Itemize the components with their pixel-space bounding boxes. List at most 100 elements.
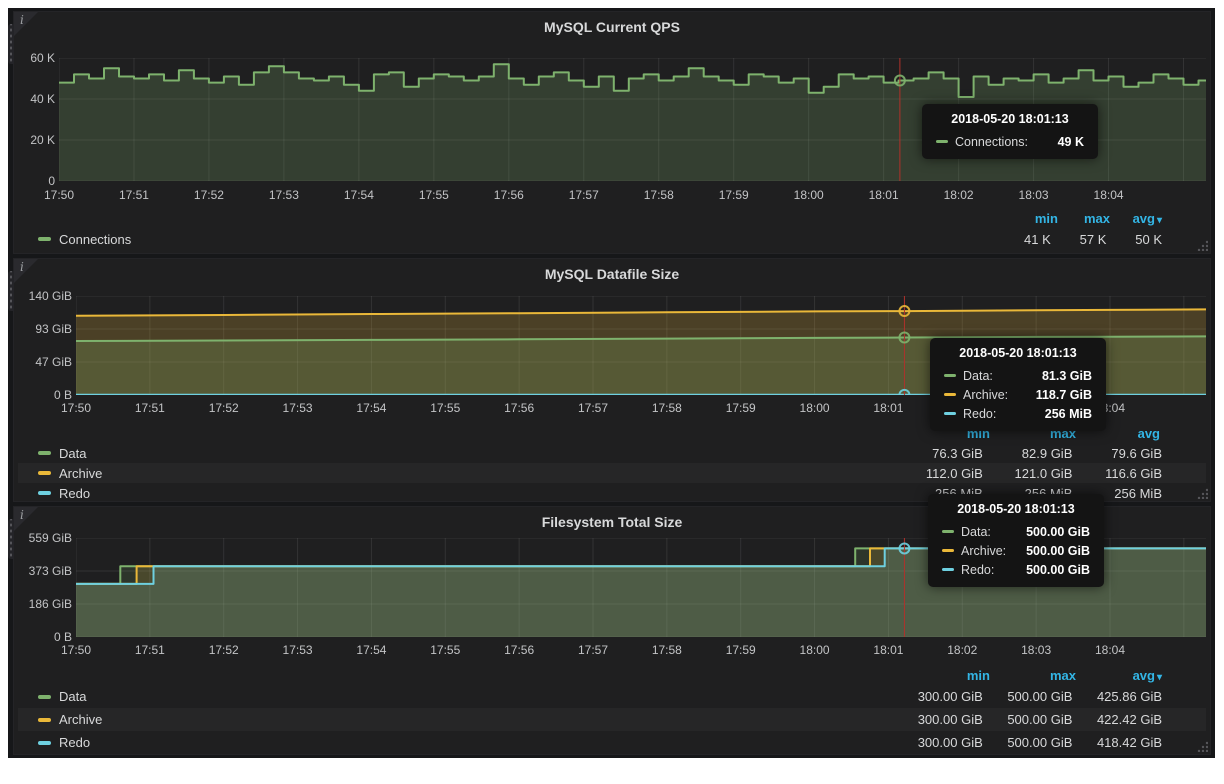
legend-sort-max[interactable]: max <box>990 426 1076 441</box>
stat-min: 76.3 GiB <box>897 446 983 461</box>
info-icon: i <box>20 508 24 522</box>
x-axis-tick-label: 17:54 <box>332 188 386 202</box>
legend-row: Archive 112.0 GiB 121.0 GiB 116.6 GiB <box>18 463 1206 483</box>
x-axis-tick-label: 18:02 <box>935 643 989 657</box>
legend-header: min max avg▾ <box>18 665 1206 685</box>
stat-max: 82.9 GiB <box>986 446 1072 461</box>
legend-sort-avg[interactable]: avg▾ <box>1076 668 1162 683</box>
legend: min max avg▾ Connections 41 K 57 K 50 K <box>18 208 1206 250</box>
stat-avg: 425.86 GiB <box>1076 689 1162 704</box>
panel-title[interactable]: MySQL Datafile Size <box>14 259 1210 282</box>
x-axis-tick-label: 17:57 <box>557 188 611 202</box>
x-axis-tick-label: 17:50 <box>32 188 86 202</box>
legend: min max avg Data 76.3 GiB 82.9 GiB 79.6 … <box>18 423 1206 503</box>
legend-series-label[interactable]: Archive <box>59 466 102 481</box>
stat-avg: 256 MiB <box>1076 486 1162 501</box>
panel-title[interactable]: Filesystem Total Size <box>14 507 1210 530</box>
sort-caret-icon: ▾ <box>1157 215 1162 226</box>
series-swatch-icon <box>38 451 51 455</box>
stat-avg: 422.42 GiB <box>1076 712 1162 727</box>
y-axis-tick-label: 0 <box>16 174 55 188</box>
x-axis-tick-label: 18:01 <box>861 401 915 415</box>
x-axis-tick-label: 17:56 <box>492 643 546 657</box>
legend-stats: 112.0 GiB 121.0 GiB 116.6 GiB <box>897 466 1162 481</box>
legend-series-label[interactable]: Redo <box>59 735 90 750</box>
series-swatch-icon <box>38 741 51 745</box>
series-swatch-icon <box>38 491 51 495</box>
stat-min: 300.00 GiB <box>897 712 983 727</box>
legend-sort-min[interactable]: min <box>904 668 990 683</box>
legend-sort-min[interactable]: min <box>904 426 990 441</box>
y-axis-tick-label: 0 B <box>16 630 72 644</box>
x-axis-tick-label: 18:04 <box>1083 401 1137 415</box>
legend-header: min max avg▾ <box>18 208 1206 228</box>
legend-series-label[interactable]: Connections <box>59 232 131 247</box>
chart-plot-area[interactable] <box>76 296 1206 395</box>
stat-avg: 418.42 GiB <box>1076 735 1162 750</box>
x-axis-tick-label: 17:50 <box>49 643 103 657</box>
x-axis-tick-label: 18:03 <box>1009 643 1063 657</box>
legend-stats: 41 K 57 K 50 K <box>999 232 1162 247</box>
x-axis-tick-label: 17:51 <box>107 188 161 202</box>
resize-handle-icon[interactable] <box>1196 239 1208 251</box>
legend-row: Redo 256 MiB 256 MiB 256 MiB <box>18 483 1206 503</box>
stat-avg: 79.6 GiB <box>1076 446 1162 461</box>
legend-row: Archive 300.00 GiB 500.00 GiB 422.42 GiB <box>18 708 1206 731</box>
y-axis-tick-label: 20 K <box>16 133 55 147</box>
x-axis-tick-label: 17:52 <box>197 401 251 415</box>
info-icon: i <box>20 13 24 27</box>
x-axis-tick-label: 18:00 <box>788 401 842 415</box>
y-axis-tick-label: 0 B <box>16 388 72 402</box>
stat-min: 112.0 GiB <box>897 466 983 481</box>
x-axis-tick-label: 17:58 <box>640 643 694 657</box>
legend: min max avg▾ Data 300.00 GiB 500.00 GiB … <box>18 665 1206 754</box>
x-axis-tick-label: 17:55 <box>407 188 461 202</box>
legend-sort-avg[interactable]: avg <box>1076 426 1162 441</box>
legend-sort-max[interactable]: max <box>1058 211 1110 226</box>
legend-series-label[interactable]: Data <box>59 689 86 704</box>
stat-max: 500.00 GiB <box>986 689 1072 704</box>
resize-handle-icon[interactable] <box>1196 487 1208 499</box>
chart-plot-area[interactable] <box>59 58 1206 181</box>
stat-max: 500.00 GiB <box>986 712 1072 727</box>
legend-series-label[interactable]: Data <box>59 446 86 461</box>
panel-filesystem-total-size: i Filesystem Total Size min max avg▾ Dat… <box>13 506 1211 755</box>
panel-mysql-current-qps: i MySQL Current QPS min max avg▾ Connect… <box>13 11 1211 254</box>
resize-handle-icon[interactable] <box>1196 740 1208 752</box>
stat-avg: 50 K <box>1110 232 1162 247</box>
legend-stats: 300.00 GiB 500.00 GiB 422.42 GiB <box>897 712 1162 727</box>
x-axis-tick-label: 17:54 <box>344 401 398 415</box>
panel-title[interactable]: MySQL Current QPS <box>14 12 1210 35</box>
chart-plot-area[interactable] <box>76 538 1206 637</box>
x-axis-tick-label: 17:53 <box>271 643 325 657</box>
panel-info-corner[interactable]: i <box>14 259 38 283</box>
y-axis-tick-label: 47 GiB <box>16 355 72 369</box>
x-axis-tick-label: 18:02 <box>935 401 989 415</box>
x-axis-tick-label: 18:04 <box>1082 188 1136 202</box>
legend-sort-avg[interactable]: avg▾ <box>1110 211 1162 226</box>
legend-series-label[interactable]: Archive <box>59 712 102 727</box>
stat-min: 256 MiB <box>897 486 983 501</box>
x-axis-tick-label: 17:51 <box>123 401 177 415</box>
legend-sort-max[interactable]: max <box>990 668 1076 683</box>
legend-row: Data 300.00 GiB 500.00 GiB 425.86 GiB <box>18 685 1206 708</box>
stat-min: 41 K <box>999 232 1051 247</box>
legend-stats: 76.3 GiB 82.9 GiB 79.6 GiB <box>897 446 1162 461</box>
legend-series-label[interactable]: Redo <box>59 486 90 501</box>
x-axis-tick-label: 18:02 <box>932 188 986 202</box>
legend-row: Connections 41 K 57 K 50 K <box>18 228 1206 250</box>
sort-caret-icon: ▾ <box>1157 672 1162 683</box>
x-axis-tick-label: 18:04 <box>1083 643 1137 657</box>
y-axis-tick-label: 140 GiB <box>16 289 72 303</box>
y-axis-tick-label: 373 GiB <box>16 564 72 578</box>
series-swatch-icon <box>38 471 51 475</box>
stat-avg: 116.6 GiB <box>1076 466 1162 481</box>
x-axis-tick-label: 17:56 <box>482 188 536 202</box>
legend-sort-min[interactable]: min <box>1006 211 1058 226</box>
stat-max: 57 K <box>1054 232 1106 247</box>
y-axis-tick-label: 559 GiB <box>16 531 72 545</box>
panel-info-corner[interactable]: i <box>14 507 38 531</box>
legend-header: min max avg <box>18 423 1206 443</box>
panel-info-corner[interactable]: i <box>14 12 38 36</box>
x-axis-tick-label: 17:50 <box>49 401 103 415</box>
